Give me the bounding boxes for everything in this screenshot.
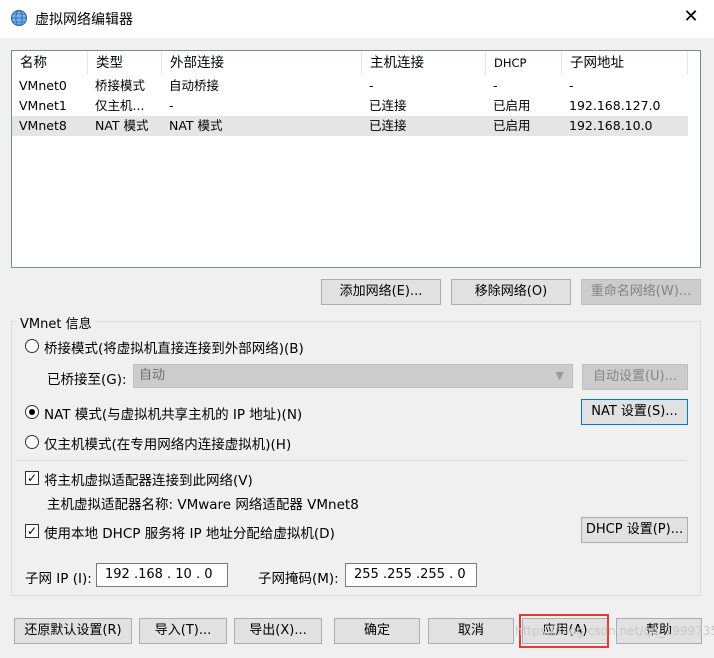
table-row-selected[interactable]: VMnet8 NAT 模式 NAT 模式 已连接 已启用 192.168.10.…: [12, 116, 688, 136]
vmnet-info-group: [11, 321, 701, 596]
export-button[interactable]: 导出(X)...: [234, 618, 322, 644]
vmnet-info-label: VMnet 信息: [17, 313, 95, 332]
subnet-ip-label: 子网 IP (I):: [25, 571, 92, 587]
row-name: VMnet8: [19, 118, 67, 133]
subnet-mask-field[interactable]: 255 .255 .255 . 0: [345, 563, 477, 587]
row-host: 已连接: [369, 118, 407, 133]
dhcp-settings-button[interactable]: DHCP 设置(P)...: [581, 517, 688, 543]
ok-button[interactable]: 确定: [334, 618, 420, 644]
auto-settings-button[interactable]: 自动设置(U)...: [582, 364, 688, 390]
nat-mode-label[interactable]: NAT 模式(与虚拟机共享主机的 IP 地址)(N): [44, 403, 302, 423]
row-subnet: 192.168.127.0: [569, 98, 661, 113]
host-only-label[interactable]: 仅主机模式(在专用网络内连接虚拟机)(H): [44, 433, 291, 453]
column-header-type[interactable]: 类型: [88, 51, 162, 75]
divider: [17, 460, 687, 461]
window-title: 虚拟网络编辑器: [35, 12, 133, 28]
host-only-radio[interactable]: [25, 435, 39, 449]
row-host: 已连接: [369, 98, 407, 113]
table-row[interactable]: VMnet0 桥接模式 自动桥接 - - -: [12, 76, 688, 96]
rename-network-button[interactable]: 重命名网络(W)...: [581, 279, 701, 305]
adapter-name-label: 主机虚拟适配器名称: VMware 网络适配器 VMnet8: [47, 497, 359, 513]
bridged-to-value: 自动: [139, 368, 166, 383]
watermark: https://blog.csdn.net/qq_1999735: [515, 624, 714, 638]
connect-adapter-checkbox[interactable]: ✓: [25, 471, 39, 485]
column-header-name[interactable]: 名称: [12, 51, 88, 75]
row-type: NAT 模式: [95, 118, 149, 133]
network-list[interactable]: 名称 类型 外部连接 主机连接 DHCP 子网地址 VMnet0 桥接模式 自动…: [11, 50, 701, 268]
row-dhcp: -: [493, 78, 498, 93]
dhcp-checkbox[interactable]: ✓: [25, 524, 39, 538]
row-name: VMnet0: [19, 78, 67, 93]
row-type: 仅主机...: [95, 98, 145, 113]
close-icon[interactable]: ✕: [680, 6, 702, 28]
remove-network-button[interactable]: 移除网络(O): [451, 279, 571, 305]
row-dhcp: 已启用: [493, 98, 531, 113]
bridged-mode-radio[interactable]: [25, 339, 39, 353]
nat-settings-button[interactable]: NAT 设置(S)...: [581, 399, 688, 425]
connect-adapter-label[interactable]: 将主机虚拟适配器连接到此网络(V): [44, 469, 253, 489]
cancel-button[interactable]: 取消: [428, 618, 514, 644]
title-bar: 虚拟网络编辑器 ✕: [0, 0, 714, 38]
bridged-mode-label[interactable]: 桥接模式(将虚拟机直接连接到外部网络)(B): [44, 337, 304, 357]
table-row[interactable]: VMnet1 仅主机... - 已连接 已启用 192.168.127.0: [12, 96, 688, 116]
row-dhcp: 已启用: [493, 118, 531, 133]
column-header-host[interactable]: 主机连接: [362, 51, 486, 75]
bridged-to-label: 已桥接至(G):: [47, 372, 127, 388]
globe-network-icon: [10, 9, 28, 27]
row-type: 桥接模式: [95, 78, 146, 93]
row-name: VMnet1: [19, 98, 67, 113]
import-button[interactable]: 导入(T)...: [139, 618, 227, 644]
nat-mode-radio[interactable]: [25, 405, 39, 419]
row-subnet: -: [569, 78, 574, 93]
row-external: 自动桥接: [169, 78, 220, 93]
chevron-down-icon: ▼: [555, 369, 564, 382]
column-header-dhcp[interactable]: DHCP: [486, 51, 562, 75]
subnet-ip-field[interactable]: 192 .168 . 10 . 0: [96, 563, 228, 587]
subnet-mask-label: 子网掩码(M):: [258, 571, 339, 587]
dhcp-label[interactable]: 使用本地 DHCP 服务将 IP 地址分配给虚拟机(D): [44, 522, 335, 542]
row-host: -: [369, 78, 374, 93]
column-header-external[interactable]: 外部连接: [162, 51, 362, 75]
row-external: -: [169, 98, 174, 113]
row-subnet: 192.168.10.0: [569, 118, 653, 133]
bridged-to-select[interactable]: 自动 ▼: [133, 364, 573, 388]
column-header-subnet[interactable]: 子网地址: [562, 51, 688, 75]
restore-defaults-button[interactable]: 还原默认设置(R): [14, 618, 132, 644]
row-external: NAT 模式: [169, 118, 223, 133]
list-header: 名称 类型 外部连接 主机连接 DHCP 子网地址: [12, 51, 700, 75]
add-network-button[interactable]: 添加网络(E)...: [321, 279, 441, 305]
